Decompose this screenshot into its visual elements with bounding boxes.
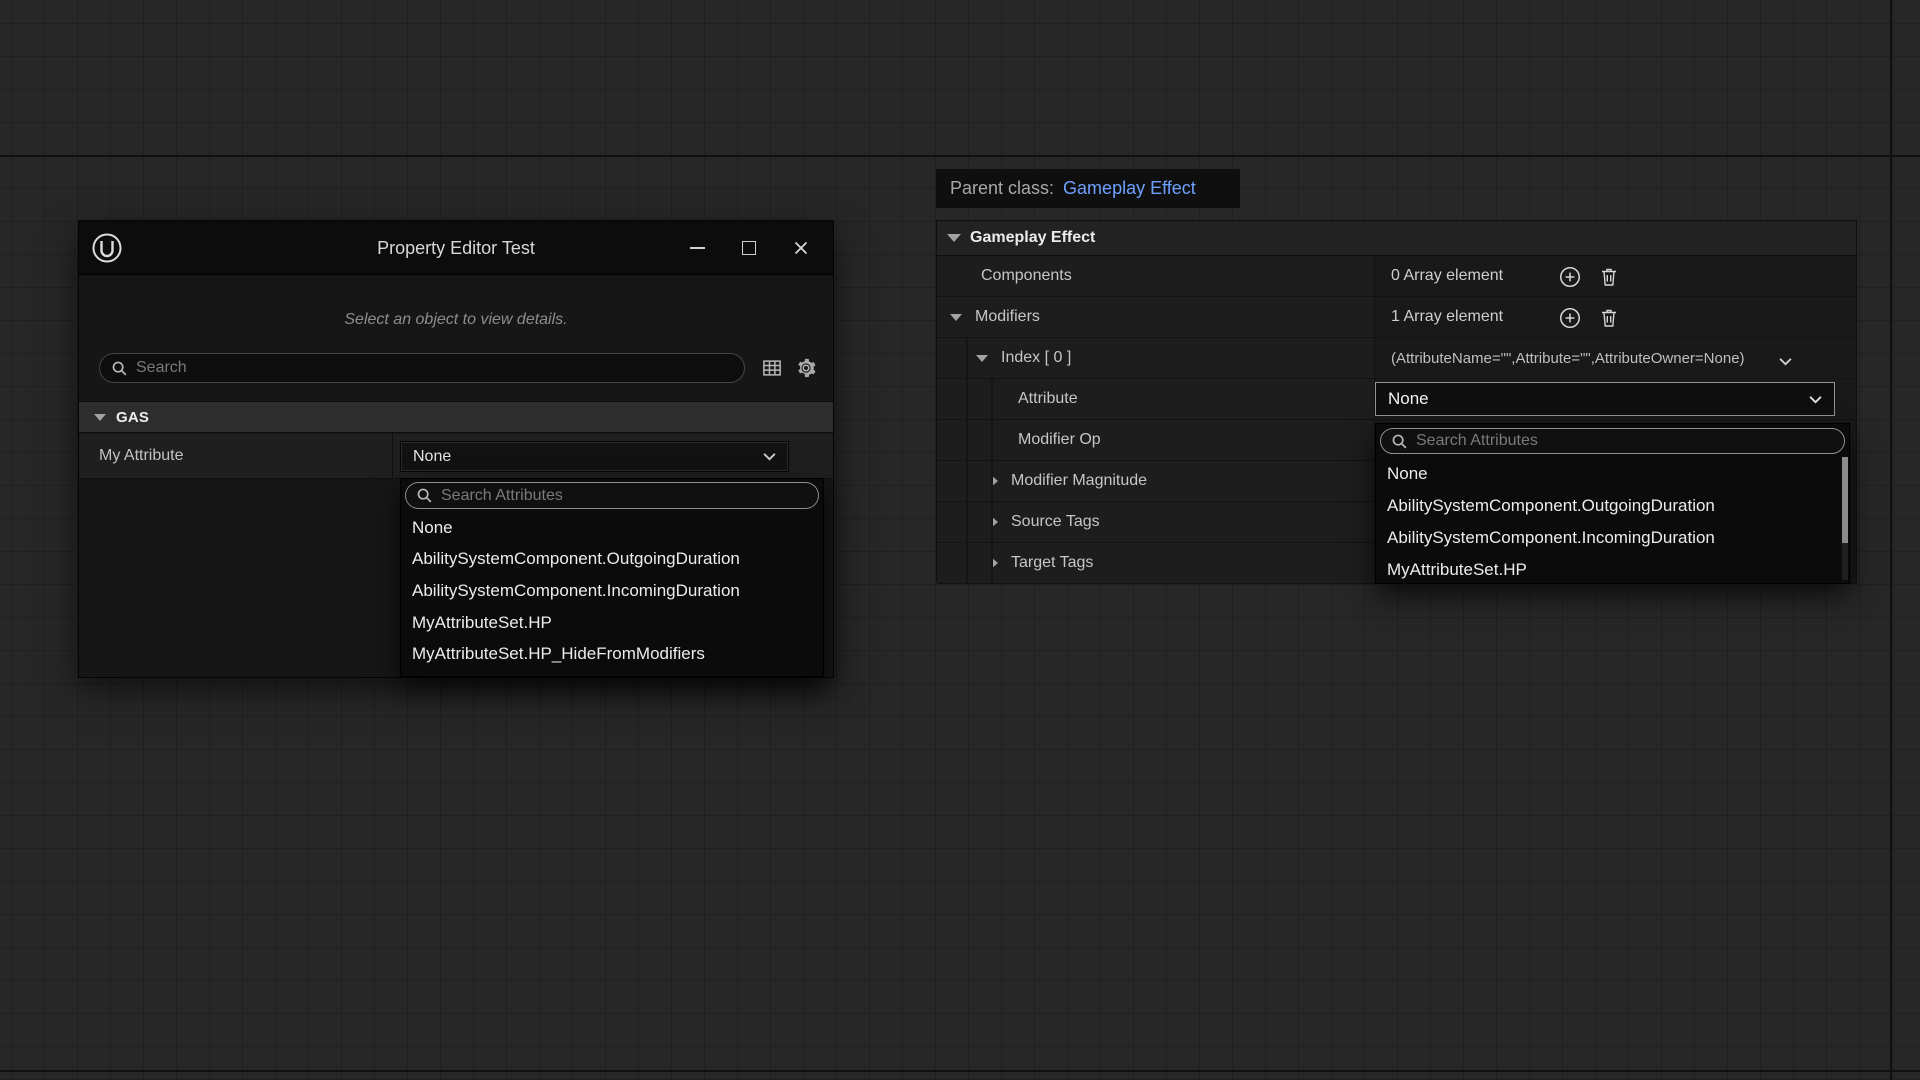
- property-editor-window: Property Editor Test Select an object to…: [78, 220, 834, 678]
- dropdown-item[interactable]: AbilitySystemComponent.IncomingDuration: [401, 575, 823, 607]
- row-label: Attribute: [937, 379, 1375, 419]
- row-label-group[interactable]: Modifier Magnitude: [937, 461, 1375, 501]
- search-icon: [1391, 433, 1408, 450]
- maximize-icon: [742, 241, 756, 255]
- dropdown-search-input[interactable]: [1416, 432, 1834, 450]
- column-view-icon[interactable]: [758, 354, 786, 382]
- my-attribute-row: My Attribute None: [79, 434, 833, 479]
- row-label: Modifier Op: [937, 420, 1375, 460]
- attribute-combobox[interactable]: None: [1375, 382, 1835, 416]
- dropdown-item[interactable]: MyAttributeSet.HP: [1376, 554, 1849, 586]
- row-label: Modifiers: [975, 308, 1040, 326]
- chevron-down-icon: [763, 452, 776, 461]
- row-label: Source Tags: [1011, 513, 1100, 531]
- category-label: Gameplay Effect: [970, 229, 1095, 247]
- add-element-button[interactable]: [1557, 264, 1583, 290]
- minimize-button[interactable]: [671, 221, 723, 275]
- dropdown-list: None AbilitySystemComponent.OutgoingDura…: [401, 512, 823, 670]
- settings-gear-icon[interactable]: [792, 354, 820, 382]
- grid-major-line: [0, 1070, 1920, 1072]
- array-count: 1 Array element: [1391, 308, 1503, 326]
- row-label: Modifier Magnitude: [1011, 472, 1147, 490]
- row-value-cell: 1 Array element: [1375, 297, 1856, 337]
- maximize-button[interactable]: [723, 221, 775, 275]
- search-icon: [416, 487, 433, 504]
- row-label: Target Tags: [1011, 554, 1093, 572]
- row-label: Components: [937, 256, 1375, 296]
- search-icon: [111, 360, 128, 377]
- dropdown-scrollbar[interactable]: [1842, 457, 1848, 580]
- combobox-value: None: [413, 448, 451, 466]
- clear-array-button[interactable]: [1596, 264, 1622, 290]
- attribute-picker-dropdown: None AbilitySystemComponent.OutgoingDura…: [400, 478, 824, 677]
- array-count: 0 Array element: [1391, 267, 1503, 285]
- grid-major-line: [1890, 0, 1892, 1080]
- row-label-group[interactable]: Target Tags: [937, 543, 1375, 583]
- expander-down-icon: [947, 234, 961, 242]
- property-value-cell: None: [393, 434, 833, 478]
- window-titlebar[interactable]: Property Editor Test: [79, 221, 833, 275]
- scrollbar-thumb[interactable]: [1842, 457, 1848, 543]
- dropdown-item[interactable]: AbilitySystemComponent.OutgoingDuration: [401, 544, 823, 576]
- row-label: Index [ 0 ]: [1001, 349, 1071, 367]
- property-label: My Attribute: [79, 434, 393, 478]
- plus-circle-icon: [1559, 266, 1581, 288]
- expander-down-icon: [94, 414, 106, 421]
- clear-array-button[interactable]: [1596, 305, 1622, 331]
- combobox-value: None: [1388, 389, 1429, 409]
- close-button[interactable]: [775, 221, 827, 275]
- indent-guide: [991, 379, 993, 584]
- close-icon: [793, 240, 809, 256]
- details-search-box[interactable]: [99, 353, 745, 383]
- attribute-row: Attribute None: [937, 379, 1856, 420]
- trash-icon: [1599, 266, 1619, 288]
- chevron-down-icon: [1809, 395, 1822, 404]
- row-value-cell: 0 Array element: [1375, 256, 1856, 296]
- row-value-cell: (AttributeName="",Attribute="",Attribute…: [1375, 338, 1856, 378]
- expander-down-icon: [950, 314, 962, 321]
- dropdown-item[interactable]: None: [1376, 458, 1849, 490]
- my-attribute-combobox[interactable]: None: [400, 441, 789, 472]
- dropdown-list: None AbilitySystemComponent.OutgoingDura…: [1376, 458, 1849, 586]
- modifiers-row: Modifiers 1 Array element: [937, 297, 1856, 338]
- row-label-group[interactable]: Modifiers: [937, 297, 1375, 337]
- components-row: Components 0 Array element: [937, 256, 1856, 297]
- dropdown-search-box[interactable]: [405, 482, 819, 509]
- add-element-button[interactable]: [1557, 305, 1583, 331]
- grid-major-line: [0, 155, 1920, 157]
- row-label-group[interactable]: Index [ 0 ]: [937, 338, 1375, 378]
- dropdown-item[interactable]: MyAttributeSet.HP: [401, 607, 823, 639]
- search-input[interactable]: [136, 359, 733, 377]
- plus-circle-icon: [1559, 307, 1581, 329]
- index-0-row: Index [ 0 ] (AttributeName="",Attribute=…: [937, 338, 1856, 379]
- category-gameplay-effect[interactable]: Gameplay Effect: [937, 221, 1856, 256]
- dropdown-search-input[interactable]: [441, 487, 808, 505]
- row-label-group[interactable]: Source Tags: [937, 502, 1375, 542]
- parent-class-label: Parent class:: [950, 178, 1054, 199]
- minimize-icon: [690, 247, 705, 249]
- category-label: GAS: [116, 409, 149, 426]
- attribute-picker-dropdown: None AbilitySystemComponent.OutgoingDura…: [1375, 423, 1850, 584]
- struct-summary: (AttributeName="",Attribute="",Attribute…: [1391, 350, 1745, 367]
- dropdown-search-box[interactable]: [1380, 428, 1845, 454]
- indent-guide: [966, 338, 968, 584]
- trash-icon: [1599, 307, 1619, 329]
- chevron-down-icon[interactable]: [1779, 353, 1792, 371]
- dropdown-item[interactable]: AbilitySystemComponent.OutgoingDuration: [1376, 490, 1849, 522]
- row-value-cell: None: [1375, 379, 1856, 419]
- dropdown-item[interactable]: MyAttributeSet.HP_HideFromModifiers: [401, 638, 823, 670]
- expander-down-icon: [976, 355, 988, 362]
- dropdown-item[interactable]: AbilitySystemComponent.IncomingDuration: [1376, 522, 1849, 554]
- dropdown-item[interactable]: None: [401, 512, 823, 544]
- parent-class-chip: Parent class: Gameplay Effect: [936, 169, 1240, 208]
- parent-class-link[interactable]: Gameplay Effect: [1063, 178, 1196, 199]
- window-controls: [671, 221, 827, 275]
- empty-selection-hint: Select an object to view details.: [79, 311, 833, 329]
- details-panel: Gameplay Effect Components 0 Array eleme…: [936, 220, 1857, 583]
- category-gas[interactable]: GAS: [79, 401, 833, 433]
